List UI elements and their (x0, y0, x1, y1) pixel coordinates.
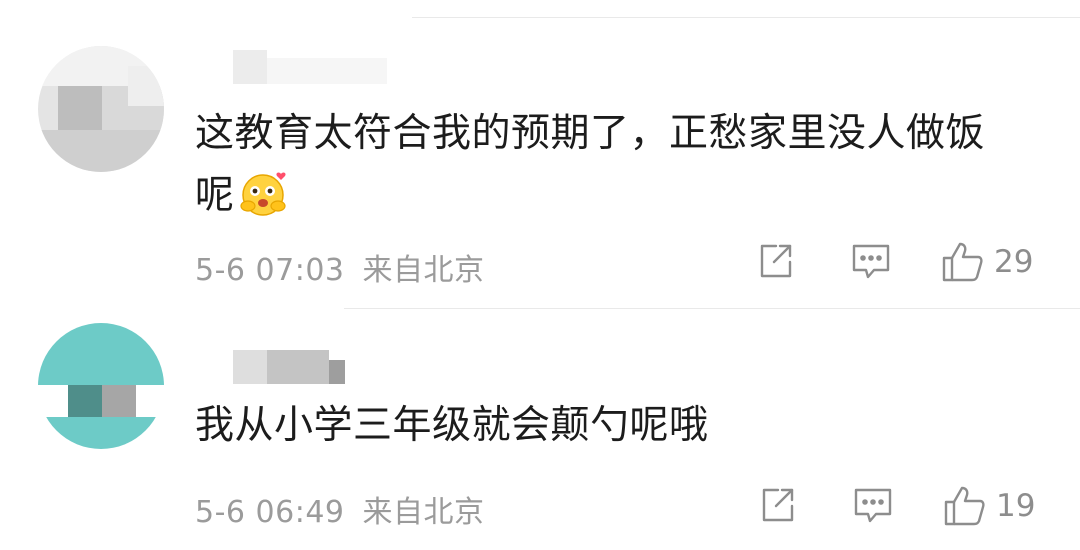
share-icon (762, 488, 794, 522)
top-divider (412, 17, 1080, 18)
hugging-smile-emoji-icon (239, 168, 291, 220)
like-count: 29 (994, 244, 1034, 280)
comment-text: 这教育太符合我的预期了，正愁家里没人做饭 呢 (195, 111, 986, 220)
comment-button[interactable] (852, 486, 894, 526)
like-count: 19 (996, 488, 1036, 524)
comment-date: 5-6 06:49 (195, 495, 345, 530)
comment-button[interactable] (850, 242, 892, 282)
comment-location: 来自北京 (362, 253, 485, 288)
avatar[interactable] (38, 323, 164, 449)
comment-date: 5-6 07:03 (195, 253, 345, 288)
share-button[interactable] (758, 486, 798, 526)
share-icon (760, 244, 792, 278)
comment-meta: 5-6 07:03 来自北京 (195, 245, 485, 289)
avatar[interactable] (38, 46, 164, 172)
username-blurred[interactable] (233, 350, 353, 384)
username-blurred[interactable] (233, 50, 393, 84)
comment-location: 来自北京 (362, 495, 485, 530)
like-button[interactable]: 19 (942, 484, 1035, 528)
share-button[interactable] (756, 242, 796, 282)
thumbs-up-icon (944, 486, 985, 526)
comment-divider (344, 308, 1080, 309)
comment-text: 我从小学三年级就会颠勺呢哦 (195, 403, 709, 448)
like-button[interactable]: 29 (940, 240, 1033, 284)
comment-icon (852, 244, 890, 279)
comment-meta: 5-6 06:49 来自北京 (195, 487, 485, 531)
thumbs-up-icon (942, 242, 983, 282)
comment-icon (854, 488, 892, 523)
